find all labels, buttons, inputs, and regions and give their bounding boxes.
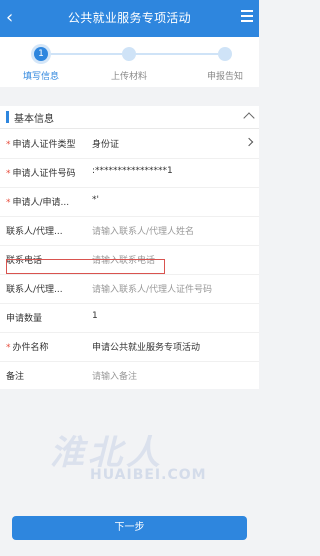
contact-id-input[interactable]: 请输入联系人/代理人证件号码: [92, 282, 212, 295]
form-row-id-number: * 申请人证件号码 :****************1: [0, 158, 259, 188]
applicant-name-field[interactable]: *': [92, 195, 99, 205]
case-name-field[interactable]: 申请公共就业服务专项活动: [92, 340, 200, 353]
required-mark: *: [6, 198, 11, 208]
field-label: 联系人/代理...: [6, 285, 63, 295]
required-mark: *: [6, 343, 11, 353]
progress-steps: 1 填写信息 上传材料 申报告知: [0, 37, 259, 87]
field-label: 申请人证件类型: [12, 140, 76, 150]
field-label: 申请人证件号码: [12, 169, 76, 179]
application-form: * 申请人证件类型 身份证 * 申请人证件号码 :****************1…: [0, 129, 259, 389]
step-1-label: 填写信息: [22, 72, 59, 82]
form-row-case-name: * 办件名称 申请公共就业服务专项活动: [0, 332, 259, 362]
menu-icon[interactable]: [241, 10, 253, 22]
step-2-dot: [122, 47, 136, 61]
form-row-remarks: 备注 请输入备注: [0, 361, 259, 390]
contact-name-input[interactable]: 请输入联系人/代理人姓名: [92, 224, 194, 237]
remarks-input[interactable]: 请输入备注: [92, 369, 137, 382]
field-label: 备注: [6, 372, 25, 382]
id-number-field[interactable]: :****************1: [92, 166, 173, 176]
form-row-id-type[interactable]: * 申请人证件类型 身份证: [0, 129, 259, 159]
section-title: 基本信息: [14, 114, 54, 125]
basic-info-section-header[interactable]: 基本信息: [0, 106, 259, 129]
step-3-dot: [218, 47, 232, 61]
required-mark: *: [6, 140, 11, 150]
next-step-button[interactable]: 下一步: [12, 516, 247, 540]
field-label: 办件名称: [12, 343, 49, 353]
form-row-applicant: * 申请人/申请... *': [0, 187, 259, 217]
chevron-right-icon[interactable]: [244, 137, 254, 147]
chevron-up-icon[interactable]: [243, 112, 255, 124]
id-type-select[interactable]: 身份证: [92, 137, 119, 150]
form-row-contact-id: 联系人/代理... 请输入联系人/代理人证件号码: [0, 274, 259, 304]
watermark-logo: 淮北人 HUAIBEI.COM: [50, 425, 240, 485]
field-label: 申请人/申请...: [12, 198, 70, 208]
step-3-label: 申报告知: [206, 72, 243, 82]
form-row-contact-name: 联系人/代理... 请输入联系人/代理人姓名: [0, 216, 259, 246]
page-title: 公共就业服务专项活动: [67, 11, 191, 25]
form-row-quantity: 申请数量 1: [0, 303, 259, 333]
step-1-dot: 1: [34, 47, 48, 61]
field-label: 申请数量: [6, 314, 43, 324]
watermark-text-en: HUAIBEI.COM: [90, 467, 207, 483]
section-accent-bar: [6, 111, 9, 123]
quantity-field[interactable]: 1: [92, 311, 98, 321]
field-label: 联系人/代理...: [6, 227, 63, 237]
app-header: ‹ 公共就业服务专项活动: [0, 0, 259, 37]
required-mark: *: [6, 169, 11, 179]
highlight-box: [6, 259, 165, 274]
step-2-label: 上传材料: [110, 72, 147, 82]
